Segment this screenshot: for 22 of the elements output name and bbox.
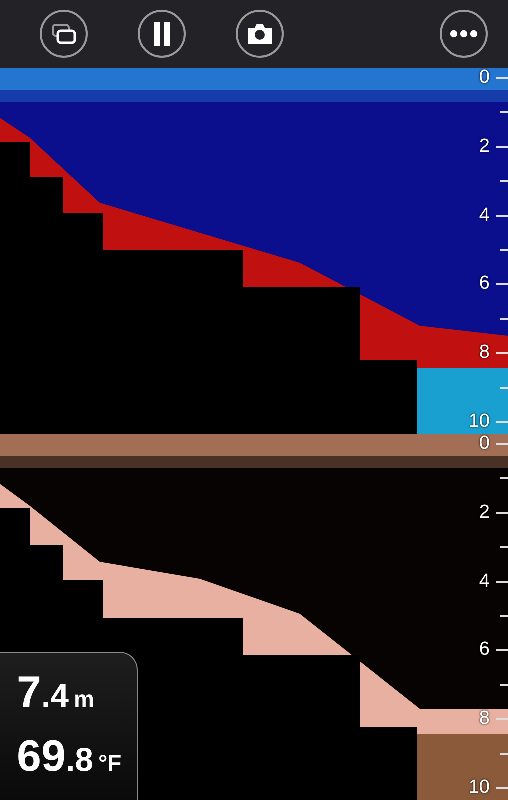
depth-label: 6 [479, 274, 490, 294]
more-button[interactable] [440, 10, 488, 58]
pause-icon [153, 22, 171, 46]
depth-label: 4 [479, 572, 490, 592]
camera-button[interactable] [236, 10, 284, 58]
pause-button[interactable] [138, 10, 186, 58]
depth-label: 2 [479, 136, 490, 157]
layers-icon [51, 23, 77, 45]
depth-label: 6 [479, 640, 490, 660]
depth-label: 10 [468, 412, 490, 432]
depth-label: 8 [479, 343, 490, 364]
camera-icon [246, 23, 274, 45]
depth-label: 0 [479, 68, 490, 88]
depth-label: 10 [468, 778, 490, 798]
more-icon [450, 30, 478, 38]
depth-label: 0 [479, 434, 490, 454]
depth-label: 8 [479, 709, 490, 730]
depth-label: 2 [479, 502, 490, 523]
layers-button[interactable] [40, 10, 88, 58]
depth-reading: 7.4 m [17, 671, 96, 715]
temperature-reading: 69.8°F [17, 735, 123, 779]
depth-label: 4 [479, 206, 490, 226]
